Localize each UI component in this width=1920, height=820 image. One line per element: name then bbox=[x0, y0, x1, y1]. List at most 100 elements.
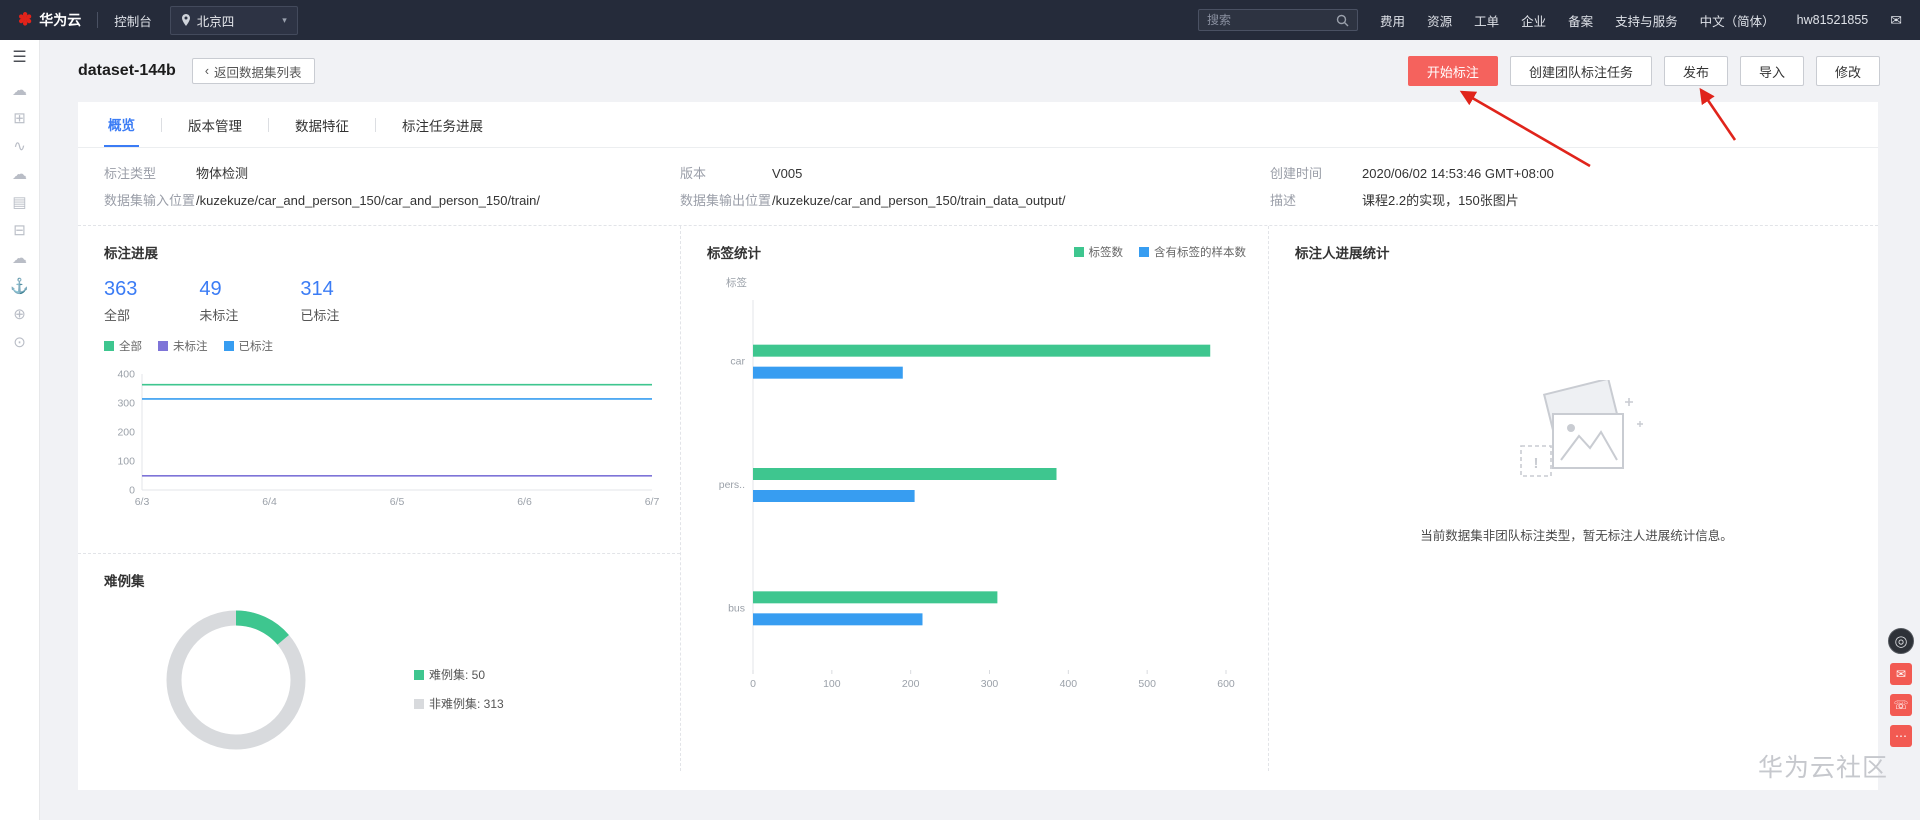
info-label: 描述 bbox=[1270, 193, 1297, 208]
menu-support[interactable]: 支持与服务 bbox=[1615, 11, 1678, 30]
stat-unlabeled[interactable]: 49 bbox=[199, 278, 238, 301]
stat-labeled[interactable]: 314 bbox=[300, 278, 339, 301]
svg-text:6/3: 6/3 bbox=[135, 496, 150, 508]
deploy-icon[interactable]: ⚓ bbox=[10, 279, 29, 294]
topbar-right: 费用 资源 工单 企业 备案 支持与服务 中文（简体） hw81521855 ✉ bbox=[1198, 9, 1902, 31]
page-header: dataset-144b ‹ 返回数据集列表 开始标注 创建团队标注任务 发布 … bbox=[40, 40, 1920, 102]
region-selector[interactable]: 北京四 ▾ bbox=[169, 5, 298, 35]
account-name[interactable]: hw81521855 bbox=[1797, 13, 1869, 27]
menu-billing[interactable]: 费用 bbox=[1380, 11, 1405, 30]
menu-resources[interactable]: 资源 bbox=[1427, 11, 1452, 30]
community-watermark: 华为云社区 bbox=[1757, 754, 1888, 782]
tab-overview[interactable]: 概览 bbox=[104, 102, 139, 147]
stat-label: 未标注 bbox=[199, 308, 239, 323]
svg-text:300: 300 bbox=[117, 398, 135, 410]
tab-data-features[interactable]: 数据特征 bbox=[291, 102, 353, 147]
cloud-service-icon[interactable]: ☁ bbox=[12, 251, 27, 266]
svg-text:!: ! bbox=[1533, 455, 1538, 472]
search-icon[interactable] bbox=[1336, 14, 1349, 27]
tab-annotation-task-progress[interactable]: 标注任务进展 bbox=[398, 102, 487, 147]
menu-enterprise[interactable]: 企业 bbox=[1521, 11, 1546, 30]
svg-text:标签: 标签 bbox=[726, 276, 747, 289]
publish-button[interactable]: 发布 bbox=[1663, 56, 1728, 86]
support-icon[interactable]: ⊙ bbox=[13, 335, 26, 350]
contact-chat-icon[interactable]: ⋯ bbox=[1890, 725, 1912, 747]
legend-label: 含有标签的样本数 bbox=[1154, 247, 1246, 259]
legend-swatch-label-count bbox=[1073, 247, 1084, 257]
empty-state-illustration: ! bbox=[1519, 377, 1643, 477]
svg-text:6/4: 6/4 bbox=[262, 496, 277, 508]
empty-state: ! 当前数据集非团队标注类型，暂无标注人进展统计信息。 bbox=[1295, 377, 1858, 544]
back-to-dataset-list-button[interactable]: ‹ 返回数据集列表 bbox=[191, 58, 315, 84]
back-label: 返回数据集列表 bbox=[214, 65, 302, 80]
page-title: dataset-144b bbox=[78, 62, 176, 79]
chevron-down-icon: ▾ bbox=[282, 14, 287, 25]
topbar: ✽ 华为云 控制台 北京四 ▾ 费用 资源 工单 企业 备案 支持与服务 中文（… bbox=[0, 0, 1920, 40]
cloud-storage-icon[interactable]: ☁ bbox=[12, 167, 27, 182]
menu-icon[interactable]: ☰ bbox=[12, 50, 26, 66]
search-box[interactable] bbox=[1198, 9, 1359, 31]
svg-text:0: 0 bbox=[750, 678, 756, 690]
svg-text:6/6: 6/6 bbox=[517, 496, 532, 508]
svg-text:pers..: pers.. bbox=[719, 479, 745, 491]
description-value: 课程2.2的实现，150张图片 bbox=[1362, 193, 1519, 208]
mail-icon[interactable]: ✉ bbox=[1890, 12, 1902, 29]
start-annotation-button[interactable]: 开始标注 bbox=[1407, 56, 1498, 86]
panel-title: 标注进展 bbox=[104, 246, 158, 261]
create-team-annotation-task-button[interactable]: 创建团队标注任务 bbox=[1509, 56, 1652, 86]
label-statistics-chart: 标签 0 100 200 300 400 500 600 car pers.. bus bbox=[707, 272, 1246, 707]
chevron-left-icon: ‹ bbox=[204, 64, 209, 78]
menu-tickets[interactable]: 工单 bbox=[1474, 11, 1499, 30]
annotation-progress-chart: 0 100 200 300 400 6/3 6/4 6/5 6/6 6/7 bbox=[104, 364, 680, 519]
legend-swatch-labeled bbox=[223, 341, 234, 351]
brand-name: 华为云 bbox=[39, 12, 82, 28]
version-value: V005 bbox=[772, 166, 803, 181]
output-path-value: /kuzekuze/car_and_person_150/train_data_… bbox=[772, 193, 1066, 208]
language-switch[interactable]: 中文（简体） bbox=[1700, 11, 1775, 30]
svg-text:bus: bus bbox=[728, 602, 745, 614]
network-icon[interactable]: ⊕ bbox=[13, 307, 26, 322]
database-icon[interactable]: ⊟ bbox=[13, 223, 26, 238]
user-group-icon[interactable]: ⊞ bbox=[13, 111, 26, 126]
assistant-widget-icon[interactable]: ◎ bbox=[1888, 628, 1914, 654]
import-button[interactable]: 导入 bbox=[1739, 56, 1804, 86]
header-actions: 开始标注 创建团队标注任务 发布 导入 修改 bbox=[1407, 56, 1880, 86]
panel-title: 标签统计 bbox=[707, 246, 761, 261]
divider bbox=[97, 12, 99, 28]
legend-swatch-hard bbox=[414, 669, 424, 680]
hard-example-donut-chart bbox=[150, 594, 322, 769]
legend-label: 已标注 bbox=[238, 341, 274, 353]
svg-text:car: car bbox=[730, 356, 745, 368]
console-link[interactable]: 控制台 bbox=[114, 11, 152, 30]
panel-title: 难例集 bbox=[104, 574, 145, 589]
main-page: dataset-144b ‹ 返回数据集列表 开始标注 创建团队标注任务 发布 … bbox=[40, 40, 1920, 820]
search-input[interactable] bbox=[1207, 13, 1337, 27]
progress-legend: 全部 未标注 已标注 bbox=[104, 338, 680, 354]
contact-phone-icon[interactable]: ☏ bbox=[1890, 694, 1912, 716]
panels: 标注进展 363 全部 49 未标注 314 已标注 全部 未标注 已标注 0 100 2… bbox=[78, 226, 1878, 771]
left-sidebar: ☰ ☁ ⊞ ∿ ☁ ▤ ⊟ ☁ ⚓ ⊕ ⊙ bbox=[0, 40, 40, 820]
menu-icp[interactable]: 备案 bbox=[1568, 11, 1593, 30]
legend-label: 难例集: 50 bbox=[429, 668, 486, 682]
label-stats-legend: 标签数 含有标签的样本数 bbox=[1073, 244, 1246, 260]
dataset-info: 标注类型 物体检测 数据集输入位置/kuzekuze/car_and_person… bbox=[78, 148, 1878, 226]
monitor-icon[interactable]: ∿ bbox=[13, 139, 26, 154]
modify-button[interactable]: 修改 bbox=[1815, 56, 1880, 86]
document-icon[interactable]: ▤ bbox=[12, 195, 26, 210]
stat-label: 全部 bbox=[104, 308, 131, 323]
stat-total[interactable]: 363 bbox=[104, 278, 137, 301]
progress-stats: 363 全部 49 未标注 314 已标注 bbox=[104, 278, 680, 324]
contact-mail-icon[interactable]: ✉ bbox=[1890, 663, 1912, 685]
location-pin-icon bbox=[181, 14, 190, 26]
legend-swatch-all bbox=[104, 341, 114, 351]
annotation-progress-panel: 标注进展 363 全部 49 未标注 314 已标注 全部 未标注 已标注 0 100 2… bbox=[78, 226, 680, 554]
svg-text:200: 200 bbox=[902, 678, 920, 690]
region-name: 北京四 bbox=[196, 14, 235, 29]
right-widgets: ◎ ✉ ☏ ⋯ bbox=[1888, 628, 1914, 747]
dataset-overview-card: 概览 版本管理 数据特征 标注任务进展 标注类型 物体检测 数据集输入位置/kuz… bbox=[78, 102, 1878, 790]
huawei-cloud-logo[interactable]: ✽ 华为云 bbox=[18, 10, 81, 30]
svg-text:6/7: 6/7 bbox=[645, 496, 660, 508]
legend-label: 非难例集: 313 bbox=[429, 697, 504, 711]
cloud-server-icon[interactable]: ☁ bbox=[12, 83, 27, 98]
tab-version-management[interactable]: 版本管理 bbox=[184, 102, 246, 147]
